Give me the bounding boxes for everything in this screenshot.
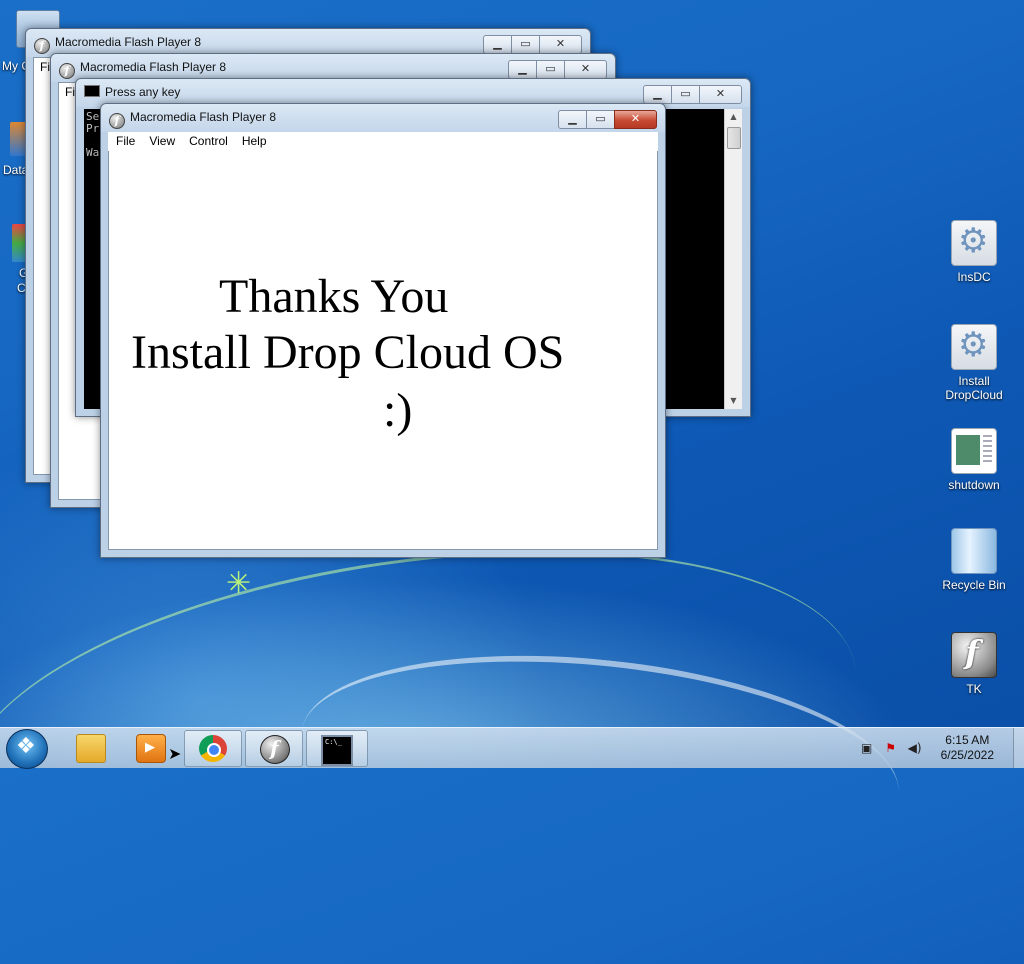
scroll-down-icon[interactable]: ▼ [725, 393, 742, 409]
menu-file[interactable]: Fi [65, 85, 75, 99]
action-center-icon[interactable]: ⚑ [884, 741, 898, 755]
menu-help[interactable]: Help [234, 132, 273, 148]
flash-window-main[interactable]: f Macromedia Flash Player 8 ▁ ▭ ✕ File Vie… [100, 103, 666, 558]
clock[interactable]: 6:15 AM 6/25/2022 [941, 733, 994, 763]
scroll-thumb[interactable] [727, 127, 741, 149]
window-title: f Macromedia Flash Player 8 [59, 60, 226, 79]
taskbar-chrome[interactable] [184, 730, 242, 767]
start-button[interactable] [6, 729, 48, 769]
wallpaper-flare: ✳ [226, 566, 252, 601]
mouse-cursor-icon: ➤ [168, 744, 182, 763]
menu-file[interactable]: Fi [40, 60, 50, 74]
message-line-1: Thanks You [219, 270, 449, 323]
flash-icon [260, 735, 290, 764]
desktop-icon-data[interactable] [10, 122, 26, 156]
minimize-button[interactable]: ▁ [483, 35, 512, 54]
close-button[interactable]: ✕ [699, 85, 742, 104]
maximize-button[interactable]: ▭ [511, 35, 540, 54]
desktop-icon-recycle-bin[interactable]: Recycle Bin [936, 528, 1012, 592]
thanks-message: Thanks You Install Drop Cloud OS :) [109, 151, 657, 549]
console-scrollbar[interactable]: ▲ ▼ [724, 109, 742, 409]
close-button[interactable]: ✕ [539, 35, 582, 54]
minimize-button[interactable]: ▁ [508, 60, 537, 79]
recycle-bin-icon [951, 528, 997, 574]
data-icon [10, 122, 26, 156]
gear-icon [951, 324, 997, 370]
menu-view[interactable]: View [141, 132, 181, 148]
caption-buttons: ▁ ▭ ✕ [643, 85, 742, 104]
scroll-up-icon[interactable]: ▲ [725, 109, 742, 125]
desktop-icon-insdc[interactable]: InsDC [936, 220, 1012, 284]
clock-time: 6:15 AM [945, 733, 990, 747]
window-title: f Macromedia Flash Player 8 [109, 110, 276, 129]
menu-file[interactable]: File [108, 132, 141, 148]
desktop-icon-tk[interactable]: TK [936, 632, 1012, 696]
minimize-button[interactable]: ▁ [558, 110, 587, 129]
desktop-icon-label: InsDC [957, 270, 991, 284]
flash-content[interactable]: Thanks You Install Drop Cloud OS :) [108, 151, 658, 550]
minimize-button[interactable]: ▁ [643, 85, 672, 104]
flash-icon [951, 632, 997, 678]
maximize-button[interactable]: ▭ [671, 85, 700, 104]
message-line-3: :) [383, 384, 413, 437]
taskbar: ➤ ▣ ⚑ ◀) 6:15 AM 6/25/2022 [0, 727, 1024, 769]
taskbar-command-prompt[interactable] [306, 730, 368, 767]
desktop-icon-label: Recycle Bin [942, 578, 1006, 592]
close-button[interactable]: ✕ [614, 110, 657, 129]
window-title: f Macromedia Flash Player 8 [34, 35, 201, 54]
command-prompt-icon [321, 735, 353, 766]
flash-icon: f [109, 113, 125, 129]
caption-buttons: ▁ ▭ ✕ [483, 35, 582, 54]
media-player-icon [136, 734, 166, 763]
clock-date: 6/25/2022 [940, 748, 994, 762]
window-title: Press any key [84, 85, 180, 99]
gear-icon [951, 220, 997, 266]
caption-buttons: ▁ ▭ ✕ [558, 110, 657, 129]
volume-icon[interactable]: ◀) [908, 741, 922, 755]
desktop-icon-label: TK [966, 682, 982, 696]
taskbar-explorer[interactable] [62, 730, 118, 765]
taskbar-flash-player[interactable] [245, 730, 303, 767]
system-tray: ▣ ⚑ ◀) 6:15 AM 6/25/2022 [855, 728, 1014, 768]
desktop-icon-label: shutdown [948, 478, 1000, 492]
console-icon [84, 85, 100, 97]
flash-icon: f [59, 63, 75, 79]
menu-bar: File View Control Help [108, 132, 658, 152]
menu-control[interactable]: Control [181, 132, 234, 148]
desktop-icon-shutdown[interactable]: shutdown [936, 428, 1012, 492]
message-line-2: Install Drop Cloud OS [131, 326, 565, 379]
network-icon[interactable]: ▣ [860, 741, 874, 755]
close-button[interactable]: ✕ [564, 60, 607, 79]
desktop-icon-install-dropcloud[interactable]: Install DropCloud [936, 324, 1012, 402]
maximize-button[interactable]: ▭ [586, 110, 615, 129]
chrome-icon [199, 735, 227, 762]
show-desktop-button[interactable] [1013, 728, 1024, 768]
screenshot-icon [951, 428, 997, 474]
flash-icon: f [34, 38, 50, 54]
caption-buttons: ▁ ▭ ✕ [508, 60, 607, 79]
desktop-icon-label: Install DropCloud [945, 374, 1003, 402]
folder-icon [76, 734, 106, 763]
maximize-button[interactable]: ▭ [536, 60, 565, 79]
